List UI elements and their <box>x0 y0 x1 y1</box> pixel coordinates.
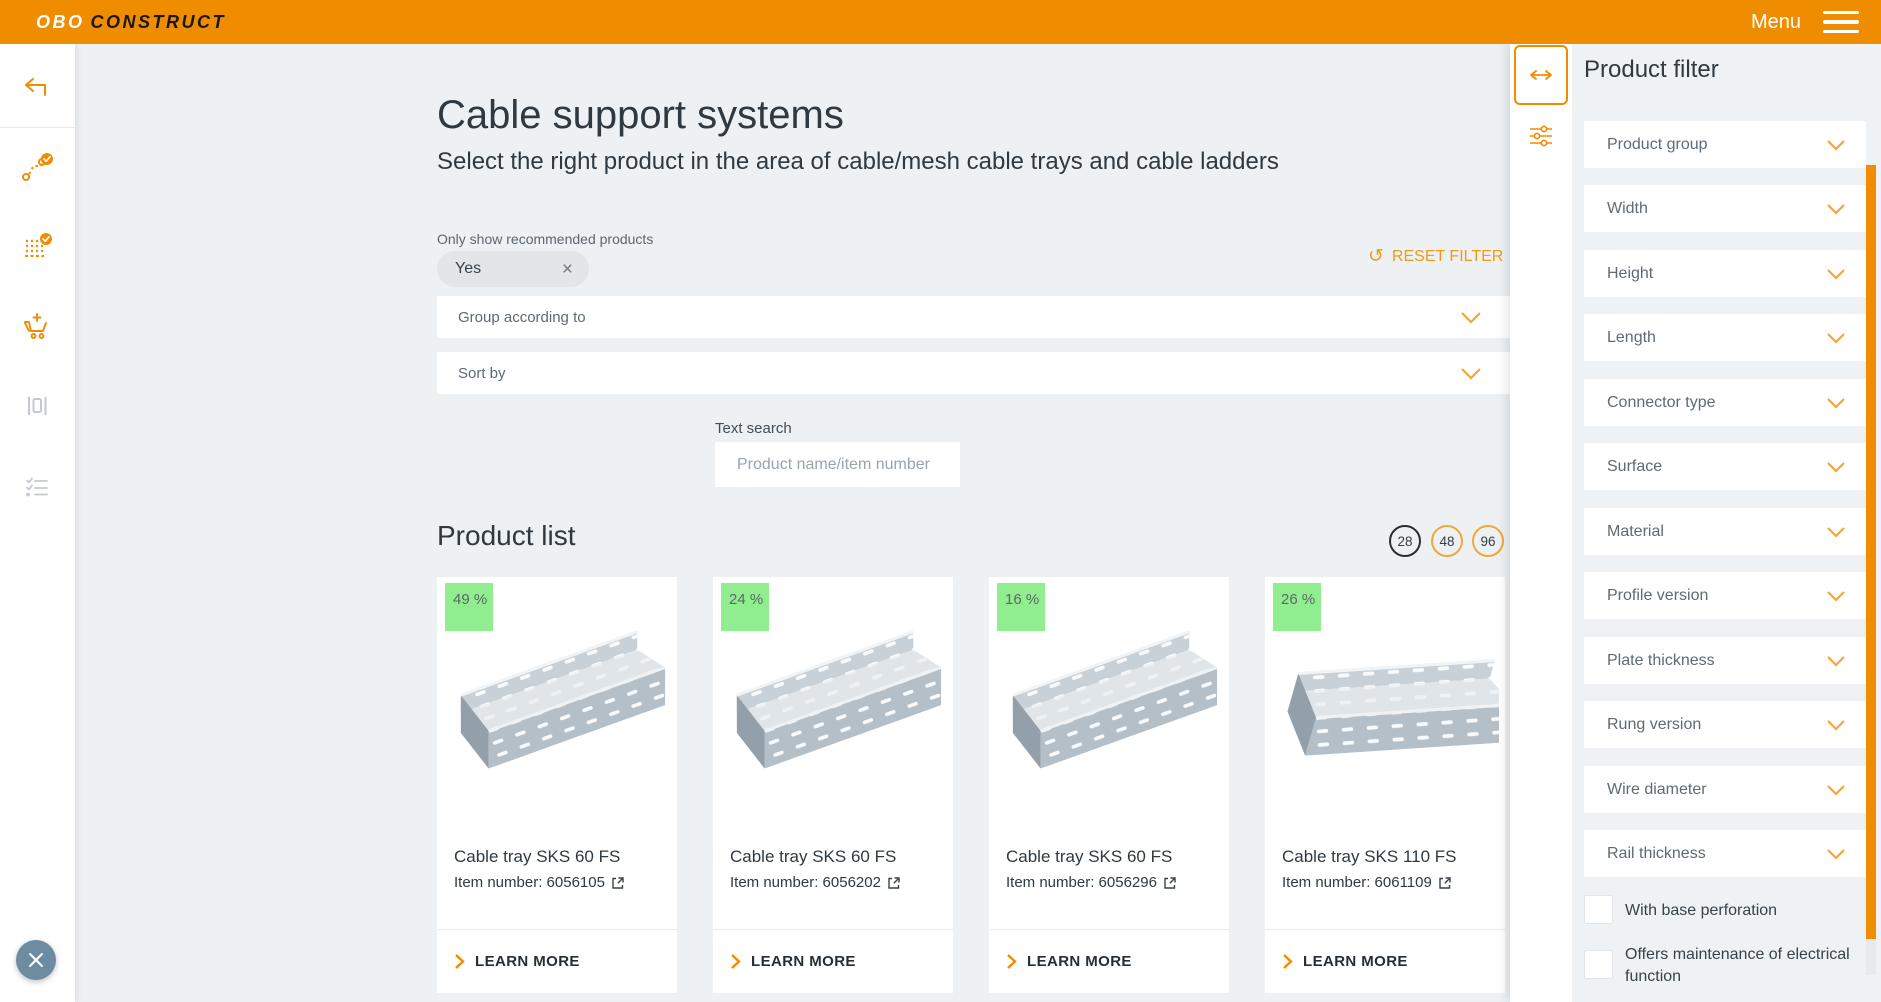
page-size-48[interactable]: 48 <box>1431 525 1463 557</box>
app-root: OBO CONSTRUCT Menu <box>0 0 1881 1002</box>
brand-construct: CONSTRUCT <box>91 12 227 32</box>
discount-badge: 24 % <box>721 583 769 631</box>
product-name: Cable tray SKS 60 FS <box>730 847 896 867</box>
group-by-dropdown[interactable]: Group according to <box>437 296 1512 338</box>
product-card: 49 % Cable tray SKS 60 FS Item number: 6… <box>437 577 677 993</box>
chevron-down-icon <box>1460 367 1482 380</box>
external-link-icon[interactable] <box>887 876 901 890</box>
checkbox-electrical-function[interactable] <box>1584 950 1613 979</box>
product-card: 16 % Cable tray SKS 60 FS Item number: 6… <box>989 577 1229 993</box>
add-to-cart-icon[interactable] <box>15 304 59 348</box>
filter-section-connector-type[interactable]: Connector type <box>1584 379 1866 426</box>
counter-zero-icon[interactable] <box>15 384 59 428</box>
checkbox-base-perforation[interactable] <box>1584 895 1613 924</box>
external-link-icon[interactable] <box>611 876 625 890</box>
chevron-right-icon <box>1282 953 1293 970</box>
filter-toolbar-strip <box>1510 44 1572 1002</box>
left-sidebar <box>0 44 75 1002</box>
learn-more-button[interactable]: LEARN MORE <box>1282 930 1408 993</box>
product-item-number: Item number: 6061109 <box>1282 874 1452 891</box>
external-link-icon[interactable] <box>1438 876 1452 890</box>
product-item-number: Item number: 6056296 <box>1006 874 1177 891</box>
chevron-down-icon <box>1826 719 1846 731</box>
brand-logo[interactable]: OBO CONSTRUCT <box>36 12 226 33</box>
checklist-icon[interactable] <box>15 465 59 509</box>
filter-section-profile-version[interactable]: Profile version <box>1584 572 1866 619</box>
grid-planner-icon[interactable] <box>15 225 59 269</box>
chevron-down-icon <box>1826 526 1846 538</box>
discount-badge: 16 % <box>997 583 1045 631</box>
product-item-number: Item number: 6056202 <box>730 874 901 891</box>
checkbox-electrical-function-label: Offers maintenance of electrical functio… <box>1625 944 1877 988</box>
external-link-icon[interactable] <box>1163 876 1177 890</box>
text-search-input[interactable] <box>715 442 960 487</box>
filter-section-surface[interactable]: Surface <box>1584 443 1866 490</box>
filter-panel-title: Product filter <box>1584 56 1719 84</box>
menu-label[interactable]: Menu <box>1751 11 1801 34</box>
chevron-right-icon <box>454 953 465 970</box>
filter-section-width[interactable]: Width <box>1584 185 1866 232</box>
chevron-down-icon <box>1826 332 1846 344</box>
chevron-down-icon <box>1826 203 1846 215</box>
back-arrow-icon[interactable] <box>15 66 59 110</box>
chip-remove-icon[interactable]: × <box>562 260 573 279</box>
reset-icon: ↺ <box>1368 247 1384 266</box>
hamburger-menu-icon[interactable] <box>1823 11 1859 34</box>
filter-section-wire-diameter[interactable]: Wire diameter <box>1584 766 1866 813</box>
filter-sliders-button[interactable] <box>1526 114 1556 158</box>
discount-badge: 49 % <box>445 583 493 631</box>
filter-section-height[interactable]: Height <box>1584 250 1866 297</box>
checkbox-base-perforation-label: With base perforation <box>1625 900 1777 922</box>
sort-by-dropdown[interactable]: Sort by <box>437 352 1512 394</box>
panel-scrollbar-thumb[interactable] <box>1866 165 1876 939</box>
chevron-down-icon <box>1826 268 1846 280</box>
chevron-right-icon <box>730 953 741 970</box>
filter-section-plate-thickness[interactable]: Plate thickness <box>1584 637 1866 684</box>
chevron-down-icon <box>1460 311 1482 324</box>
learn-more-button[interactable]: LEARN MORE <box>454 930 580 993</box>
product-item-number: Item number: 6056105 <box>454 874 625 891</box>
recommended-filter-chip[interactable]: Yes × <box>437 251 589 287</box>
close-button[interactable] <box>16 940 56 980</box>
product-name: Cable tray SKS 60 FS <box>454 847 620 867</box>
product-filter-panel: Product filter Product group Width Heigh… <box>1510 44 1881 1002</box>
text-search-label: Text search <box>715 420 792 437</box>
page-title: Cable support systems <box>437 93 844 138</box>
chevron-down-icon <box>1826 397 1846 409</box>
brand-obo: OBO <box>36 12 85 32</box>
product-name: Cable tray SKS 110 FS <box>1282 847 1457 867</box>
recommended-filter-label: Only show recommended products <box>437 231 653 247</box>
product-name: Cable tray SKS 60 FS <box>1006 847 1172 867</box>
filter-sliders-icon <box>1528 124 1554 148</box>
chevron-down-icon <box>1826 590 1846 602</box>
chevron-right-icon <box>1006 953 1017 970</box>
expand-horizontal-icon <box>1527 68 1555 82</box>
page-subtitle: Select the right product in the area of … <box>437 148 1279 176</box>
filter-section-rung-version[interactable]: Rung version <box>1584 701 1866 748</box>
page-size-96[interactable]: 96 <box>1472 525 1504 557</box>
sidebar-divider <box>0 127 75 128</box>
chevron-down-icon <box>1826 655 1846 667</box>
expand-panel-button[interactable] <box>1514 45 1568 105</box>
reset-filter-button[interactable]: ↺ RESET FILTER <box>1368 247 1510 266</box>
discount-badge: 26 % <box>1273 583 1321 631</box>
route-planner-icon[interactable] <box>15 146 59 190</box>
filter-section-product-group[interactable]: Product group <box>1584 121 1866 168</box>
learn-more-button[interactable]: LEARN MORE <box>730 930 856 993</box>
product-card: 26 % Cable tray SKS 110 FS Item number: … <box>1265 577 1505 993</box>
learn-more-button[interactable]: LEARN MORE <box>1006 930 1132 993</box>
chevron-down-icon <box>1826 784 1846 796</box>
product-list-title: Product list <box>437 520 576 552</box>
product-card: 24 % Cable tray SKS 60 FS Item number: 6… <box>713 577 953 993</box>
chevron-down-icon <box>1826 461 1846 473</box>
page-size-28[interactable]: 28 <box>1389 525 1421 557</box>
filter-section-rail-thickness[interactable]: Rail thickness <box>1584 830 1866 877</box>
filter-body: Product filter Product group Width Heigh… <box>1572 44 1881 1002</box>
chip-value: Yes <box>455 260 562 278</box>
chevron-down-icon <box>1826 848 1846 860</box>
filter-section-material[interactable]: Material <box>1584 508 1866 555</box>
chevron-down-icon <box>1826 139 1846 151</box>
filter-section-length[interactable]: Length <box>1584 314 1866 361</box>
top-bar: OBO CONSTRUCT Menu <box>0 0 1881 44</box>
